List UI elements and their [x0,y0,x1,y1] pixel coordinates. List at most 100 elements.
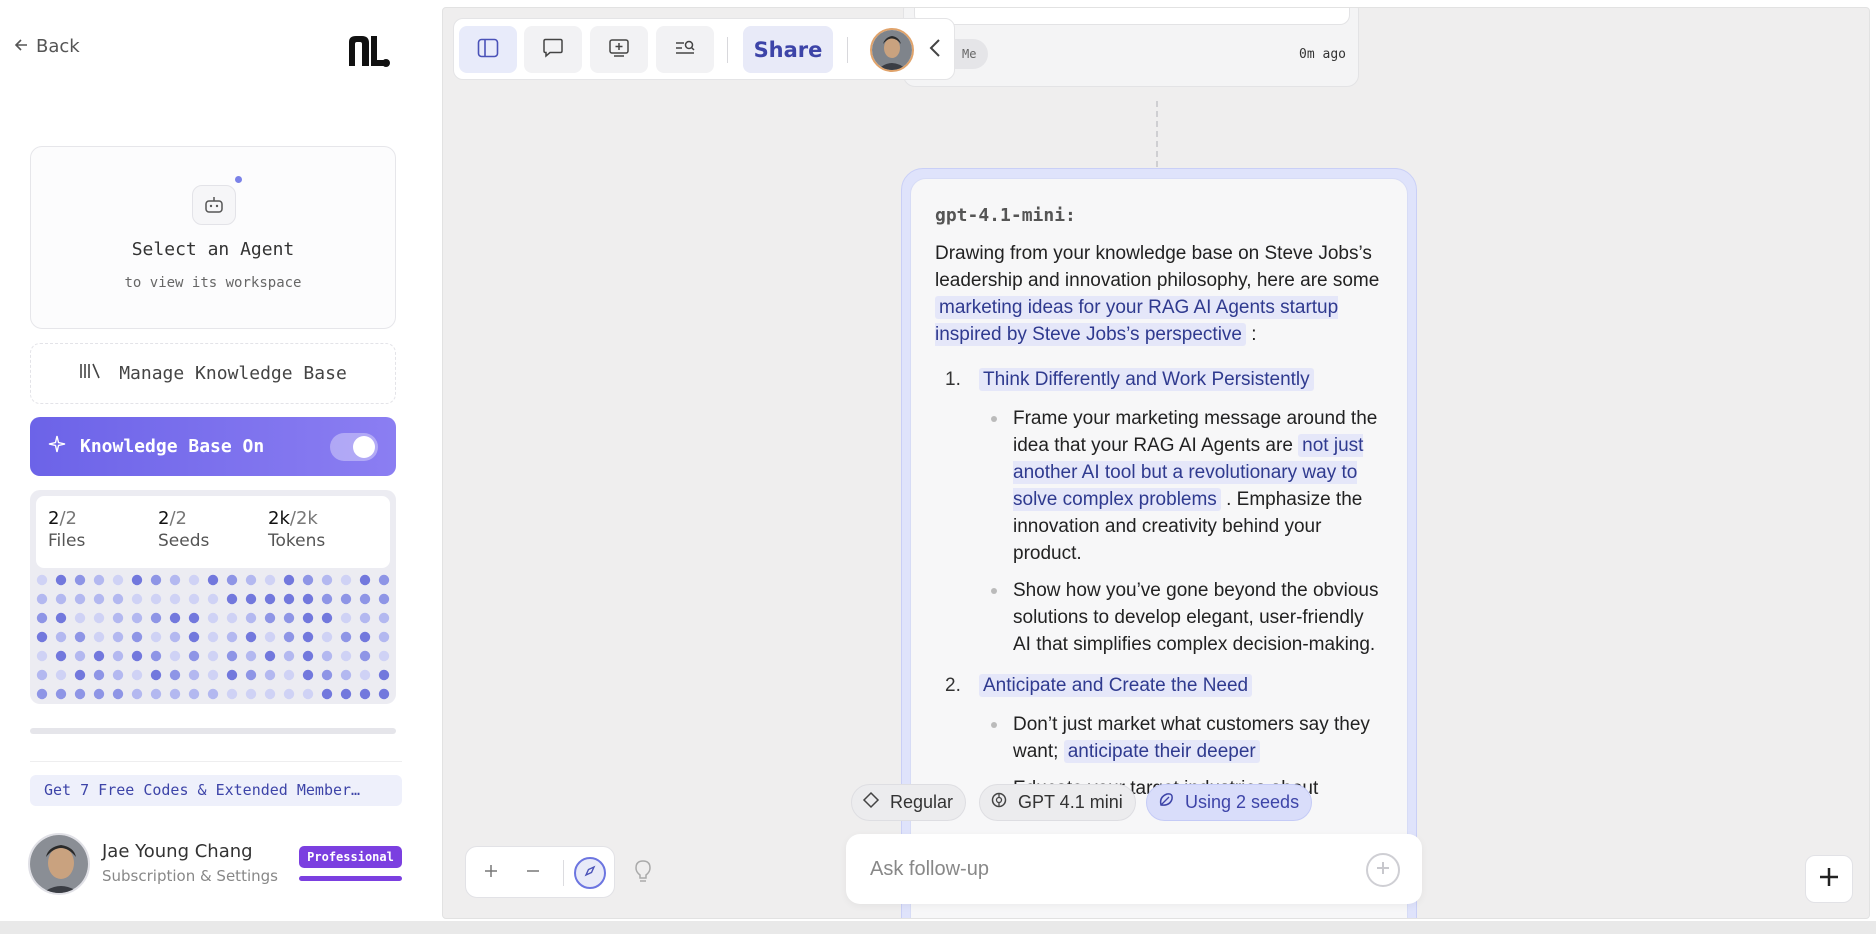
bullet-highlight[interactable]: anticipate their deeper [1063,740,1260,763]
usage-dot [359,669,371,681]
list-item: 2. Anticipate and Create the Need Don’t … [935,672,1383,802]
usage-dot [283,669,295,681]
sidebar: Back Select an Agent to view its workspa… [0,0,442,934]
usage-dot [169,688,181,700]
usage-dot [55,574,67,586]
toolbar-avatar[interactable] [870,28,914,72]
follow-up-input[interactable] [870,852,1340,886]
usage-dot [112,688,124,700]
usage-dot [264,612,276,624]
usage-dot [264,631,276,643]
divider [30,761,402,762]
thread-connector [1156,101,1158,167]
toggle-sidebar-button[interactable] [459,26,517,73]
usage-dot [93,574,105,586]
model-selector[interactable]: GPT 4.1 mini [979,784,1136,821]
usage-dot [131,650,143,662]
back-button[interactable]: Back [14,36,80,57]
usage-dot [321,593,333,605]
item-title[interactable]: Anticipate and Create the Need [979,674,1253,697]
usage-dot [226,631,238,643]
usage-dot [169,574,181,586]
knowledge-base-toggle[interactable]: Knowledge Base On [30,417,396,476]
plus-icon [1375,860,1391,880]
knowledge-base-toggle-label: Knowledge Base On [80,436,265,457]
share-button[interactable]: Share [743,26,833,73]
send-button[interactable] [1366,853,1400,887]
usage-dot [36,631,48,643]
manage-knowledge-base-button[interactable]: Manage Knowledge Base [30,343,396,404]
model-label: GPT 4.1 mini [1018,792,1123,812]
manage-knowledge-base-label: Manage Knowledge Base [119,363,347,384]
usage-dot [245,669,257,681]
conversation-canvas[interactable]: Me 0m ago gpt-4.1-mini: Drawing from you… [442,7,1870,919]
usage-dot [264,593,276,605]
plus-icon [483,863,499,883]
usage-dot [340,593,352,605]
usage-dot [112,612,124,624]
add-node-button[interactable] [1805,855,1853,903]
usage-dot [283,574,295,586]
plus-icon [1817,865,1841,893]
usage-dot [207,669,219,681]
status-dot [235,176,242,183]
promo-banner[interactable]: Get 7 Free Codes & Extended Member… [30,775,402,806]
seeds-indicator[interactable]: Using 2 seeds [1146,784,1313,821]
usage-dot [188,631,200,643]
usage-dot [340,650,352,662]
usage-dot [283,631,295,643]
usage-dot [207,593,219,605]
agent-selector-card[interactable]: Select an Agent to view its workspace [30,146,396,329]
usage-dot [131,574,143,586]
collapse-toolbar-button[interactable] [922,36,948,64]
usage-dot [321,631,333,643]
mode-selector[interactable]: Regular [851,784,967,821]
usage-dot [55,612,67,624]
intro-highlight[interactable]: marketing ideas for your RAG AI Agents s… [935,296,1339,346]
new-card-button[interactable] [590,26,648,73]
item-title[interactable]: Think Differently and Work Persistently [979,368,1314,391]
response-intro: Drawing from your knowledge base on Stev… [935,240,1383,348]
usage-dot [93,688,105,700]
user-subtitle: Subscription & Settings [102,867,278,885]
usage-dot [131,631,143,643]
knowledge-stats-card: 2/2 Files 2/2 Seeds 2k/2k Tokens [30,490,396,704]
usage-dot [378,631,390,643]
agent-subtitle: to view its workspace [124,275,302,291]
search-list-icon [674,38,696,62]
compass-icon [582,863,598,883]
tips-button[interactable] [629,858,657,888]
zoom-out-button[interactable] [516,856,550,890]
toggle-switch[interactable] [330,433,378,461]
avatar [28,833,90,895]
seeds-label: Using 2 seeds [1185,792,1300,812]
usage-dot [93,631,105,643]
ideas-list: 1. Think Differently and Work Persistent… [935,366,1383,802]
search-list-button[interactable] [656,26,714,73]
list-item: 1. Think Differently and Work Persistent… [935,366,1383,658]
bullet: Don’t just market what customers say the… [979,711,1383,765]
navigate-button[interactable] [574,857,606,889]
chevron-left-icon [928,38,942,62]
usage-dot [93,612,105,624]
user-account[interactable]: Jae Young Chang Subscription & Settings … [28,833,404,897]
lightbulb-icon [634,859,652,887]
user-name: Jae Young Chang [102,841,253,862]
toolbar-divider [847,37,848,63]
usage-dot [283,593,295,605]
usage-dot [264,688,276,700]
usage-dot [359,593,371,605]
previous-message-card[interactable]: Me 0m ago [903,8,1359,87]
scroll-indicator[interactable] [30,728,396,734]
usage-dot [150,669,162,681]
brand-logo [347,32,391,68]
zoom-in-button[interactable] [474,856,508,890]
minus-icon [525,863,541,883]
library-icon [79,362,101,385]
usage-dot [74,688,86,700]
usage-dot [150,612,162,624]
plan-badge: Professional [299,846,402,868]
bullet-text: Show how you’ve gone beyond the obvious … [1013,580,1379,655]
usage-dot [169,612,181,624]
chat-button[interactable] [524,26,582,73]
